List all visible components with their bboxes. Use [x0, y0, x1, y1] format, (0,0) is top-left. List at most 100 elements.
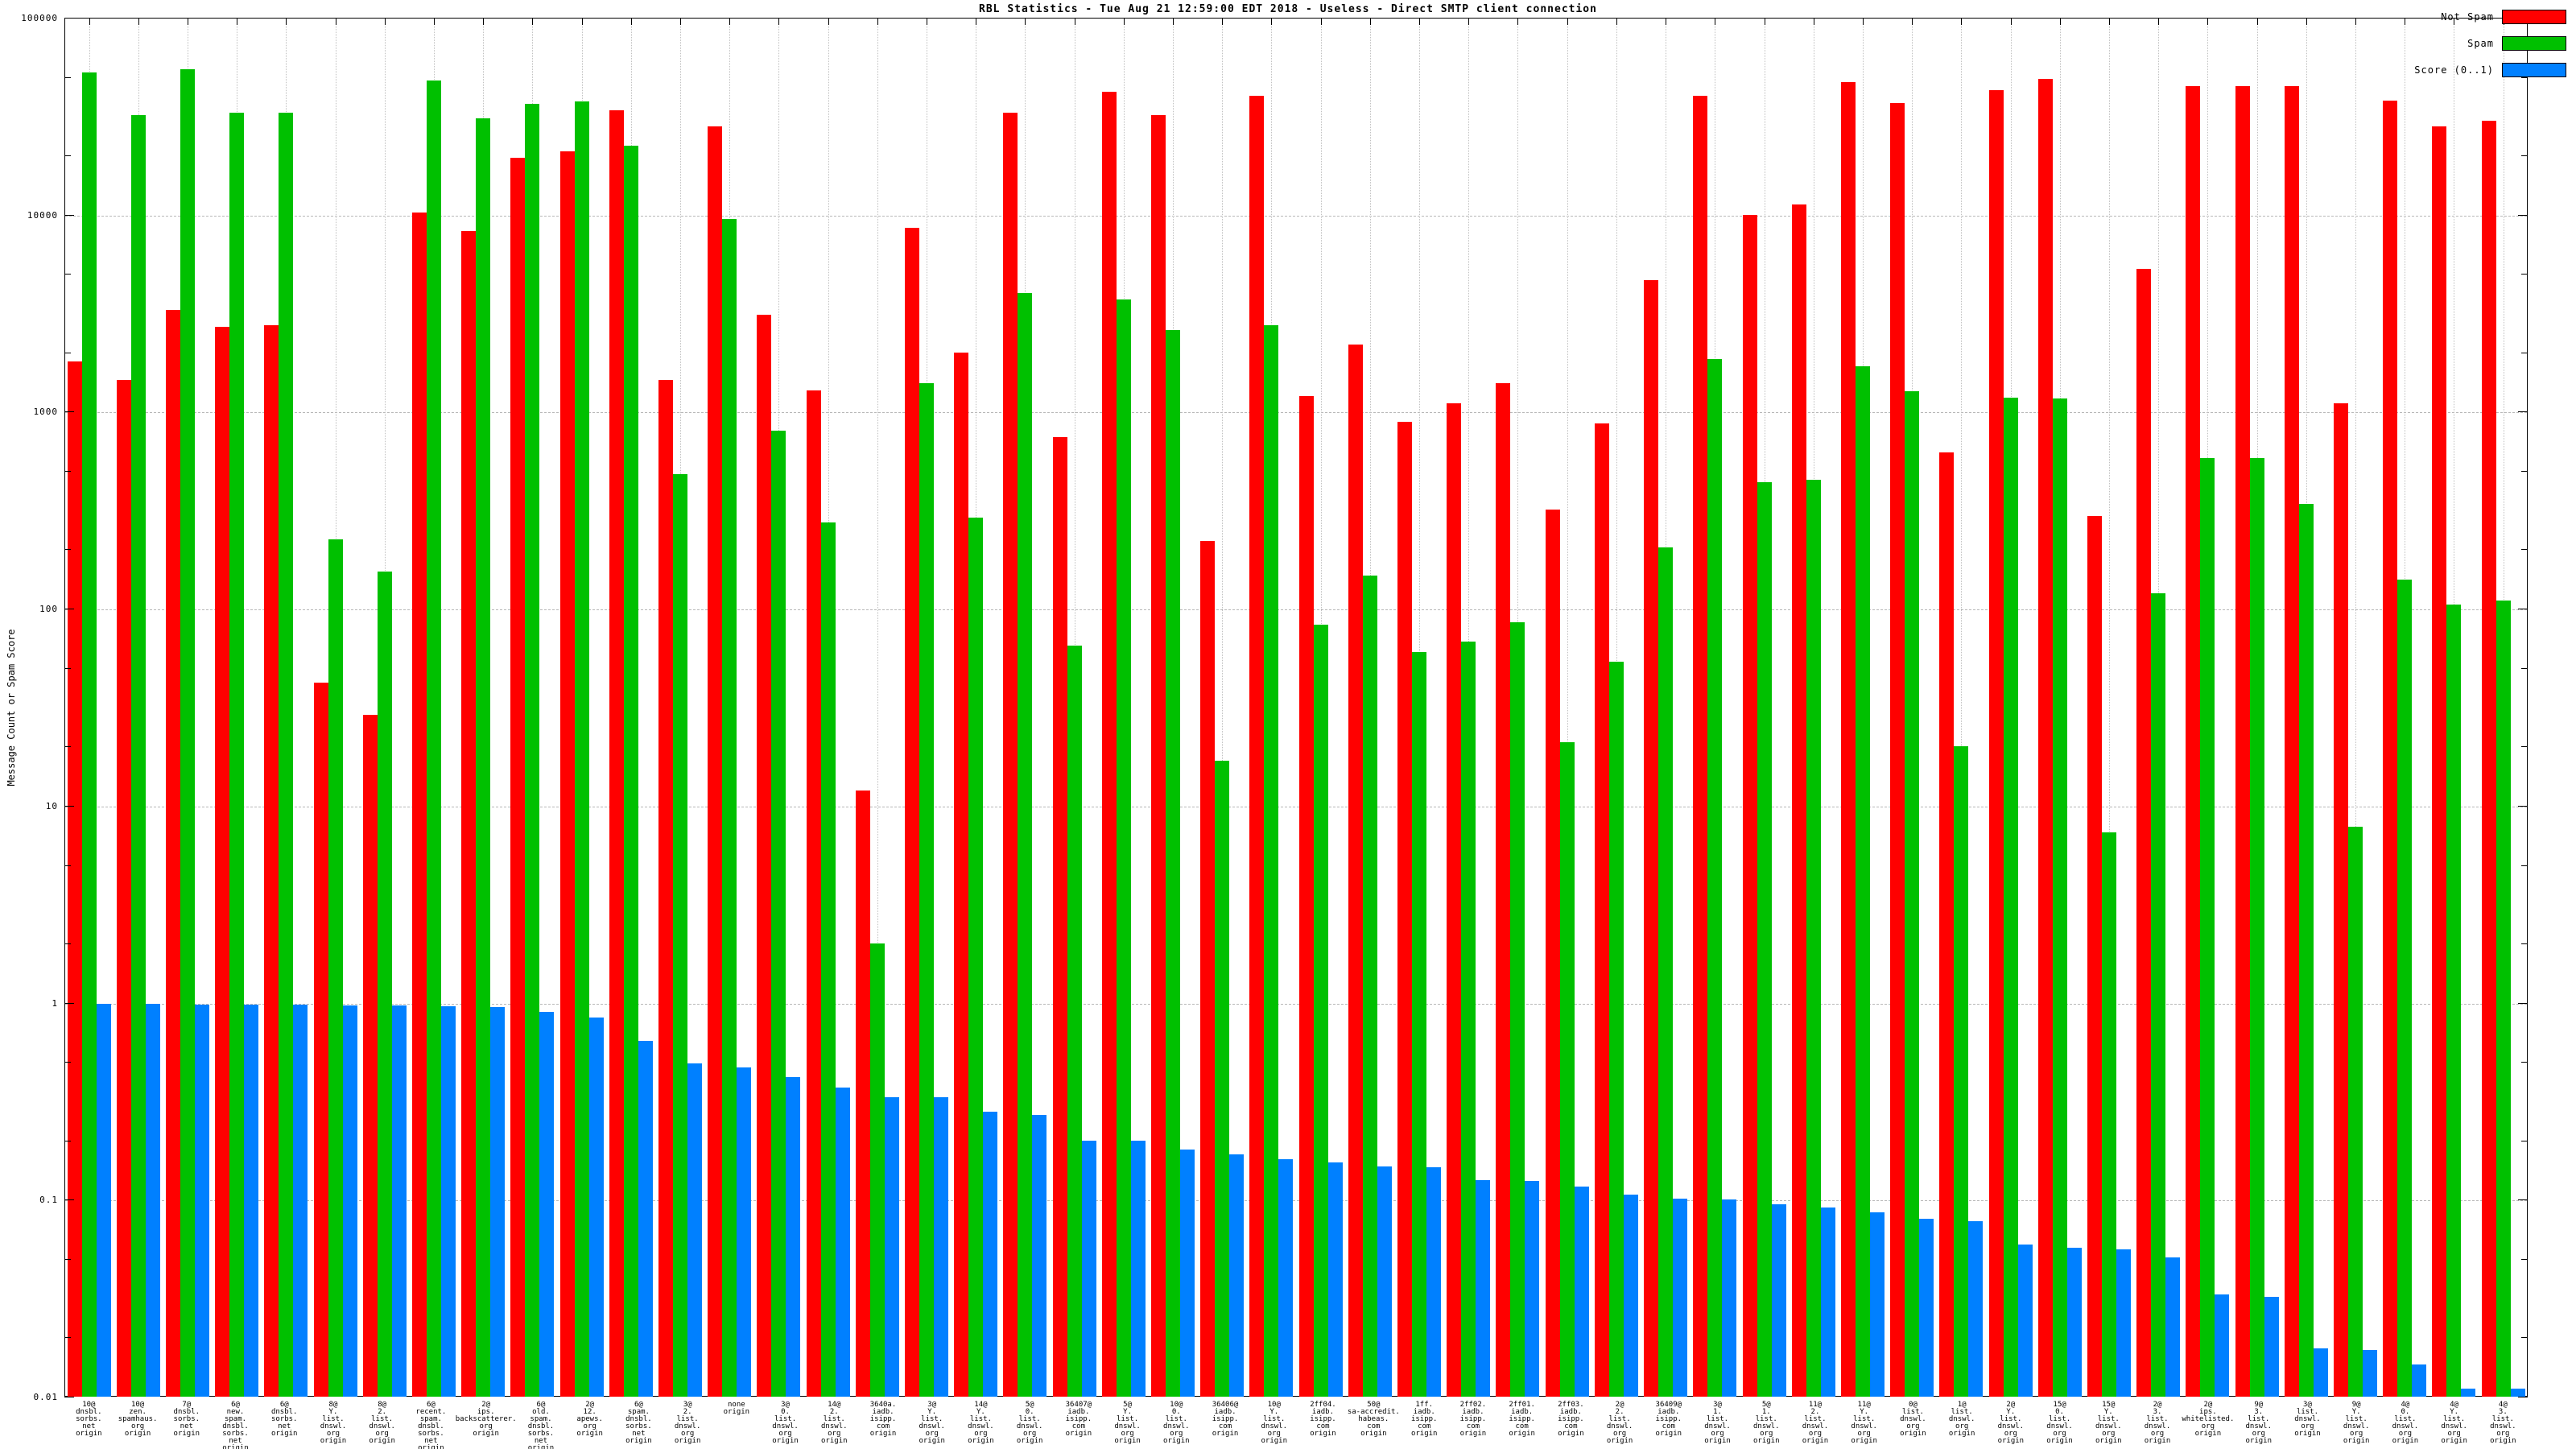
score-bar [2165, 1257, 2180, 1397]
x-axis-label: 2ff01. iadb. isipp. com origin [1497, 1402, 1546, 1449]
spam-bar [1166, 330, 1180, 1397]
spam-bar [1264, 325, 1278, 1397]
spam-bar [1560, 742, 1575, 1397]
x-axis-label: 11@ Y. list. dnswl. org origin [1839, 1402, 1889, 1449]
score-bar [1673, 1199, 1687, 1397]
y-tick-label: 10 [0, 801, 58, 811]
score-bar [1525, 1181, 1539, 1397]
x-tick-top [1370, 18, 1371, 25]
x-axis-label: 3640a. iadb. isipp. com origin [859, 1402, 908, 1449]
score-bar [539, 1012, 554, 1397]
score-bar [244, 1005, 258, 1397]
not-spam-bar [264, 325, 279, 1397]
y-minor-tick [64, 77, 71, 78]
bar-group [705, 18, 754, 1397]
x-axis-label: 6@ new. spam. dnsbl. sorbs. net origin [211, 1402, 260, 1449]
spam-bar [624, 146, 638, 1397]
not-spam-bar [1939, 452, 1954, 1397]
bar-group [1345, 18, 1394, 1397]
x-tick-top [1468, 18, 1469, 25]
legend-label: Score (0..1) [2414, 64, 2494, 76]
spam-bar [1067, 646, 1082, 1397]
score-bar [97, 1004, 111, 1397]
not-spam-bar [166, 310, 180, 1397]
spam-bar [1856, 366, 1870, 1397]
x-tick-top [2109, 18, 2110, 25]
spam-bar [378, 572, 392, 1397]
score-bar [2264, 1297, 2279, 1397]
score-bar [1575, 1187, 1589, 1397]
not-spam-bar [1644, 280, 1658, 1397]
y-minor-tick [64, 1062, 71, 1063]
score-bar [1377, 1166, 1392, 1397]
x-axis-label: 3@ Y. list. dnswl. org origin [907, 1402, 956, 1449]
bar-group [1148, 18, 1197, 1397]
spam-bar [2496, 601, 2511, 1397]
score-bar [490, 1007, 505, 1397]
legend-swatch [2502, 36, 2566, 51]
spam-bar [1461, 642, 1476, 1397]
y-major-tick [2518, 1003, 2528, 1004]
bar-group [114, 18, 163, 1397]
score-bar [983, 1112, 997, 1397]
x-tick-top [582, 18, 583, 25]
x-axis-label: 5@ 1. list. dnswl. org origin [1742, 1402, 1791, 1449]
bar-group [459, 18, 508, 1397]
x-axis-label: 10@ Y. list. dnswl. org origin [1249, 1402, 1298, 1449]
x-axis-label: 50@ sa-accredit. habeas. com origin [1348, 1402, 1400, 1449]
bar-group [2429, 18, 2479, 1397]
score-bar [2363, 1350, 2377, 1397]
bar-group [1888, 18, 1937, 1397]
bar-group [655, 18, 704, 1397]
spam-bar [2299, 504, 2314, 1397]
score-bar [2511, 1389, 2525, 1397]
spam-bar [870, 943, 885, 1397]
y-tick-label: 0.1 [0, 1195, 58, 1205]
x-axis-label: 2@ ips. whitelisted. org origin [2182, 1402, 2234, 1449]
x-tick-top [2158, 18, 2159, 25]
x-tick-top [2060, 18, 2061, 25]
x-tick-top [1321, 18, 1322, 25]
bar-group [952, 18, 1001, 1397]
not-spam-bar [2482, 121, 2496, 1397]
bar-group [262, 18, 311, 1397]
not-spam-bar [2038, 79, 2053, 1397]
y-major-tick [64, 1199, 74, 1200]
y-minor-tick [2521, 1337, 2528, 1338]
score-bar [195, 1005, 209, 1397]
x-axis-label: 5@ Y. list. dnswl. org origin [1103, 1402, 1152, 1449]
not-spam-bar [905, 228, 919, 1397]
not-spam-bar [1841, 82, 1856, 1397]
spam-bar [1117, 299, 1131, 1397]
x-axis-label: 3@ list. dnswl. org origin [2283, 1402, 2332, 1449]
x-axis-label: none origin [712, 1402, 761, 1449]
score-bar [638, 1041, 653, 1397]
not-spam-bar [461, 231, 476, 1397]
score-bar [1278, 1159, 1293, 1397]
spam-bar [1954, 746, 1968, 1397]
x-tick-top [631, 18, 632, 25]
x-tick-top [1025, 18, 1026, 25]
x-axis-label: 9@ 3. list. dnswl. org origin [2234, 1402, 2283, 1449]
not-spam-bar [1890, 103, 1905, 1397]
x-axis-label: 3@ 0. list. dnswl. org origin [761, 1402, 810, 1449]
not-spam-bar [1989, 90, 2004, 1397]
y-minor-tick [64, 865, 71, 866]
bar-group [311, 18, 360, 1397]
not-spam-bar [215, 327, 229, 1397]
legend: Not SpamSpamScore (0..1) [2414, 10, 2566, 89]
x-axis-label: 36407@ iadb. isipp. com origin [1055, 1402, 1104, 1449]
spam-bar [2446, 605, 2461, 1397]
x-tick-top [532, 18, 533, 25]
x-axis-label: 10@ dnsbl. sorbs. net origin [64, 1402, 114, 1449]
bar-group [1001, 18, 1050, 1397]
x-axis-label: 1ff. iadb. isipp. com origin [1400, 1402, 1449, 1449]
x-tick-top [2355, 18, 2356, 25]
score-bar [589, 1018, 604, 1397]
not-spam-bar [2235, 86, 2250, 1397]
y-major-tick [64, 1003, 74, 1004]
x-axis-label: 14@ 2. list. dnswl. org origin [810, 1402, 859, 1449]
legend-label: Not Spam [2441, 11, 2494, 23]
spam-bar [525, 104, 539, 1397]
x-axis-label: 15@ 0. list. dnswl. org origin [2035, 1402, 2084, 1449]
